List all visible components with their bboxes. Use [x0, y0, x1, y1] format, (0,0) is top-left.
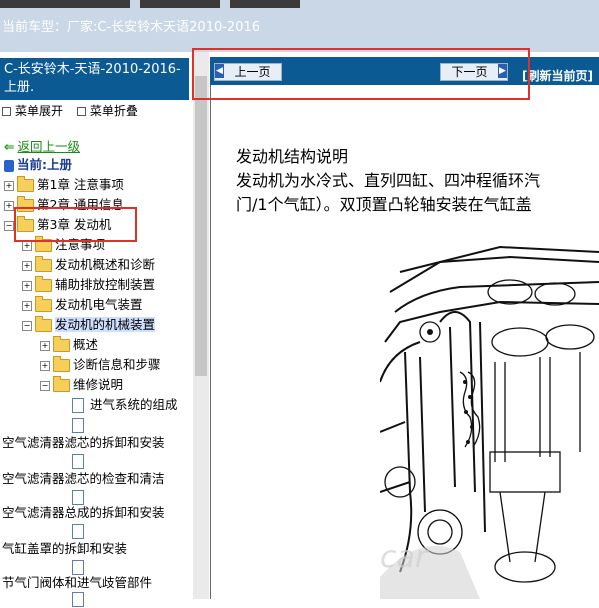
tree-item-diagnosis[interactable]: + 诊断信息和步骤: [40, 356, 161, 374]
folder-icon: [53, 356, 70, 372]
tree-doc-icon-row: [72, 522, 84, 540]
expand-plus-icon[interactable]: +: [22, 240, 32, 251]
top-tab-3[interactable]: [230, 0, 300, 8]
tree-item-electrical[interactable]: + 发动机电气装置: [22, 296, 143, 314]
tree-doc-icon-row: [72, 452, 84, 470]
tree-item-filter-assembly[interactable]: 空气滤清器总成的拆卸和安装: [2, 504, 165, 522]
folder-icon: [17, 176, 34, 192]
current-car-model: 当前车型：厂家:C-长安铃木天语2010-2016: [2, 20, 261, 35]
tree-item-repair[interactable]: − 维修说明: [40, 376, 123, 394]
tree-item-filter-cleaning[interactable]: 空气滤清器滤芯的检查和清洁: [2, 470, 165, 488]
document-icon: [72, 560, 84, 575]
tree-item-filter-removal[interactable]: 空气滤清器滤芯的拆卸和安装: [2, 434, 165, 452]
tree-item-emission[interactable]: + 辅助排放控制装置: [22, 276, 155, 294]
tree-doc-icon-row: [72, 590, 84, 608]
expand-plus-icon[interactable]: +: [22, 260, 32, 271]
collapse-minus-icon[interactable]: −: [4, 220, 14, 231]
section-heading: 发动机结构说明: [236, 147, 349, 166]
top-header: 当前车型：厂家:C-长安铃木天语2010-2016: [0, 0, 599, 52]
top-tab-2[interactable]: [140, 0, 220, 8]
open-folder-icon: [35, 316, 52, 332]
back-link[interactable]: ⇐ 返回上一级: [4, 138, 80, 156]
menu-controls: 菜单展开 菜单折叠: [2, 102, 148, 119]
expand-plus-icon[interactable]: +: [22, 300, 32, 311]
document-icon: [72, 490, 84, 505]
back-arrow-icon: ⇐: [4, 139, 15, 154]
expand-icon: [2, 107, 11, 116]
tree-item-engine-overview[interactable]: + 发动机概述和诊断: [22, 256, 155, 274]
tree-item-overview[interactable]: + 概述: [40, 336, 98, 354]
menu-collapse-button[interactable]: 菜单折叠: [76, 104, 138, 118]
current-node: 当前:上册: [4, 156, 72, 174]
content-divider: [210, 85, 211, 599]
expand-plus-icon[interactable]: +: [4, 200, 14, 211]
folder-icon: [53, 336, 70, 352]
expand-plus-icon[interactable]: +: [40, 360, 50, 371]
highlight-box-chapter3: [14, 207, 137, 242]
tree-scrollbar-thumb[interactable]: [195, 76, 207, 376]
book-icon: [4, 159, 14, 172]
expand-plus-icon[interactable]: +: [40, 340, 50, 351]
paragraph-line-2: 门/1个气缸）。双顶置凸轮轴安装在气缸盖: [236, 195, 532, 214]
tree-item-cylinder-cover[interactable]: 气缸盖罩的拆卸和安装: [2, 540, 127, 558]
highlight-box-nav: [192, 48, 530, 100]
collapse-minus-icon[interactable]: −: [22, 320, 32, 331]
menu-expand-button[interactable]: 菜单展开: [2, 104, 63, 118]
folder-icon: [35, 256, 52, 272]
folder-icon: [35, 276, 52, 292]
expand-plus-icon[interactable]: +: [4, 180, 14, 191]
document-icon: [72, 524, 84, 539]
watermark-text: car: [380, 540, 428, 575]
open-folder-icon: [53, 376, 70, 392]
tree-item-intake-components[interactable]: 进气系统的组成: [72, 396, 178, 414]
document-icon: [72, 454, 84, 469]
document-icon: [72, 418, 84, 433]
collapse-minus-icon[interactable]: −: [40, 380, 50, 391]
folder-icon: [35, 296, 52, 312]
tree-item-mechanical[interactable]: − 发动机的机械装置: [22, 316, 156, 334]
document-icon: [72, 398, 84, 413]
top-tab-1[interactable]: [0, 0, 130, 8]
document-content: 发动机结构说明 发动机为水冷式、直列四缸、四冲程循环汽 门/1个气缸）。双顶置凸…: [236, 145, 540, 217]
paragraph-line-1: 发动机为水冷式、直列四缸、四冲程循环汽: [236, 171, 541, 190]
document-icon: [72, 592, 84, 607]
tree-doc-icon-row: [72, 416, 84, 434]
expand-plus-icon[interactable]: +: [22, 280, 32, 291]
tree-title: C-长安铃木-天语-2010-2016- 上册.: [0, 58, 189, 100]
refresh-page-link[interactable]: [刷新当前页]: [522, 67, 593, 84]
collapse-icon: [76, 107, 86, 116]
tree-item-chapter1[interactable]: + 第1章 注意事项: [4, 176, 124, 194]
